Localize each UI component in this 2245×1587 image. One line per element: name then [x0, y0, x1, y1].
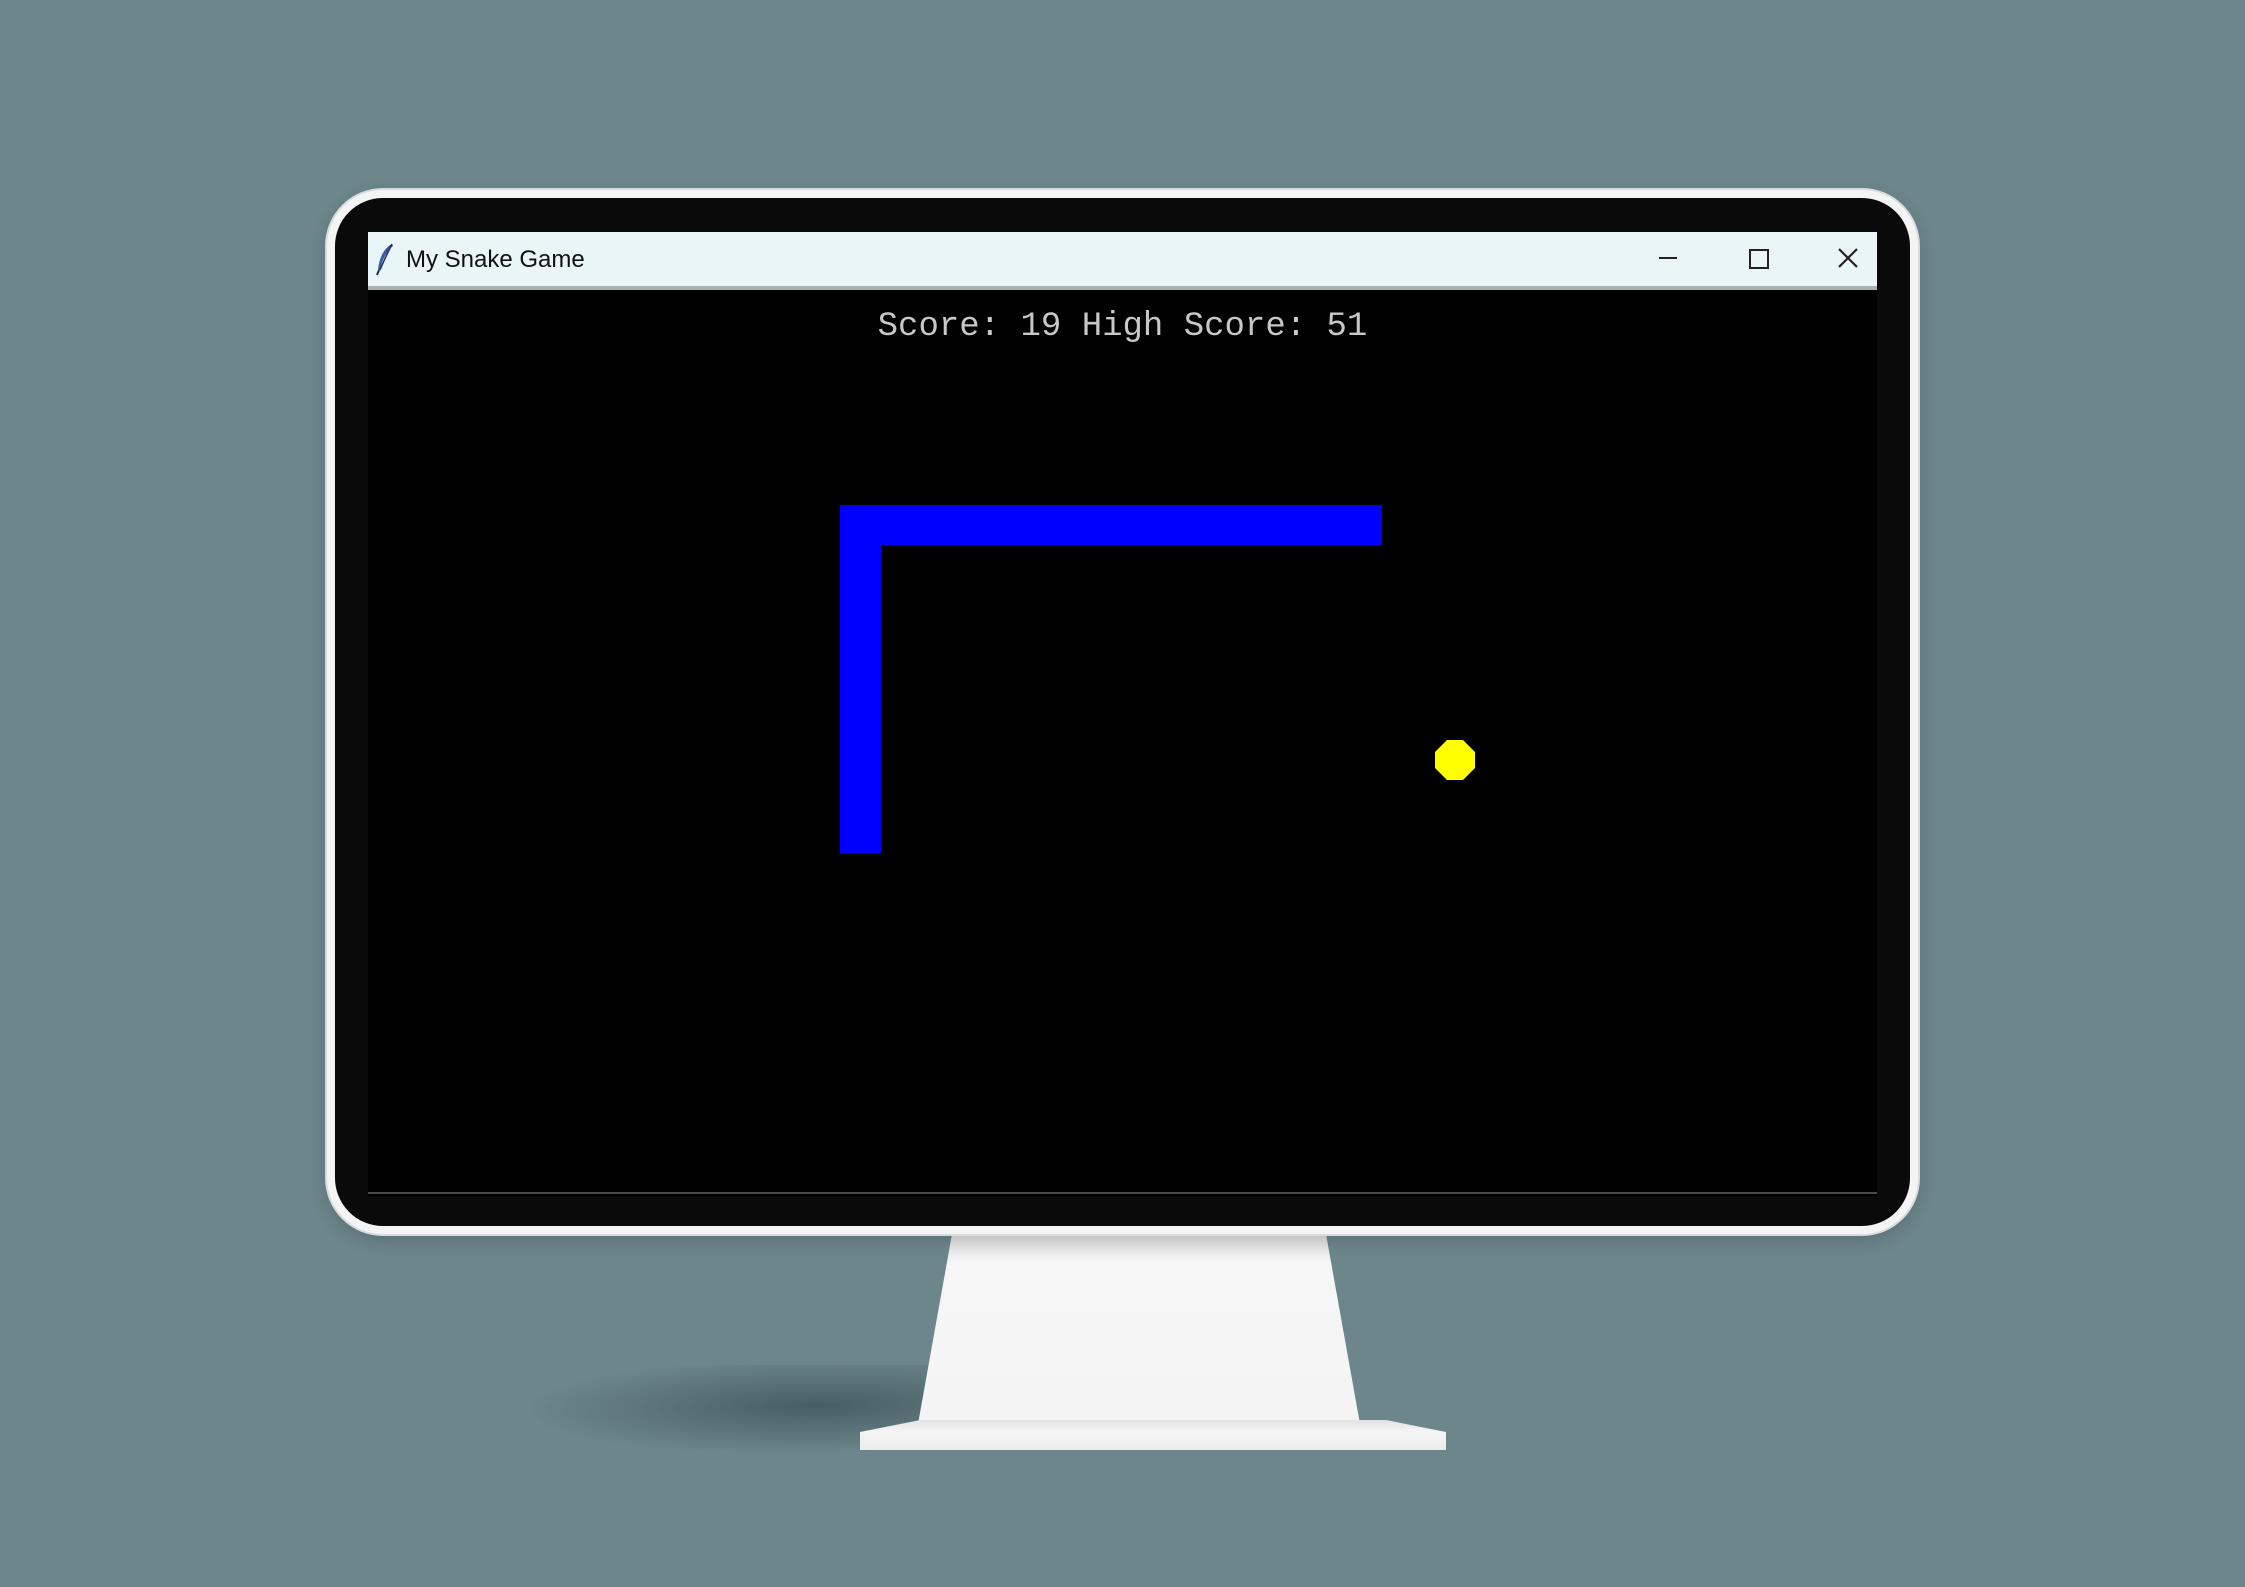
close-icon	[1838, 248, 1858, 268]
monitor-stand-base	[860, 1420, 1446, 1450]
app-window: My Snake Game Score: 19 High Score: 51	[368, 232, 1877, 1196]
minimize-icon	[1659, 257, 1677, 259]
game-canvas[interactable]: Score: 19 High Score: 51	[368, 290, 1877, 1196]
minimize-button[interactable]	[1624, 232, 1712, 286]
snake-body-horizontal	[840, 505, 1382, 545]
score-display: Score: 19 High Score: 51	[877, 308, 1368, 346]
window-title: My Snake Game	[406, 246, 585, 273]
title-bar[interactable]: My Snake Game	[368, 232, 1877, 290]
food-pellet	[1435, 740, 1475, 780]
maximize-icon	[1749, 249, 1769, 269]
snake-body-vertical	[840, 505, 881, 853]
close-button[interactable]	[1804, 232, 1892, 286]
maximize-button[interactable]	[1714, 232, 1802, 286]
monitor-stand-neck	[918, 1234, 1360, 1424]
feather-icon	[374, 242, 396, 276]
window-bottom-border	[368, 1192, 1877, 1194]
